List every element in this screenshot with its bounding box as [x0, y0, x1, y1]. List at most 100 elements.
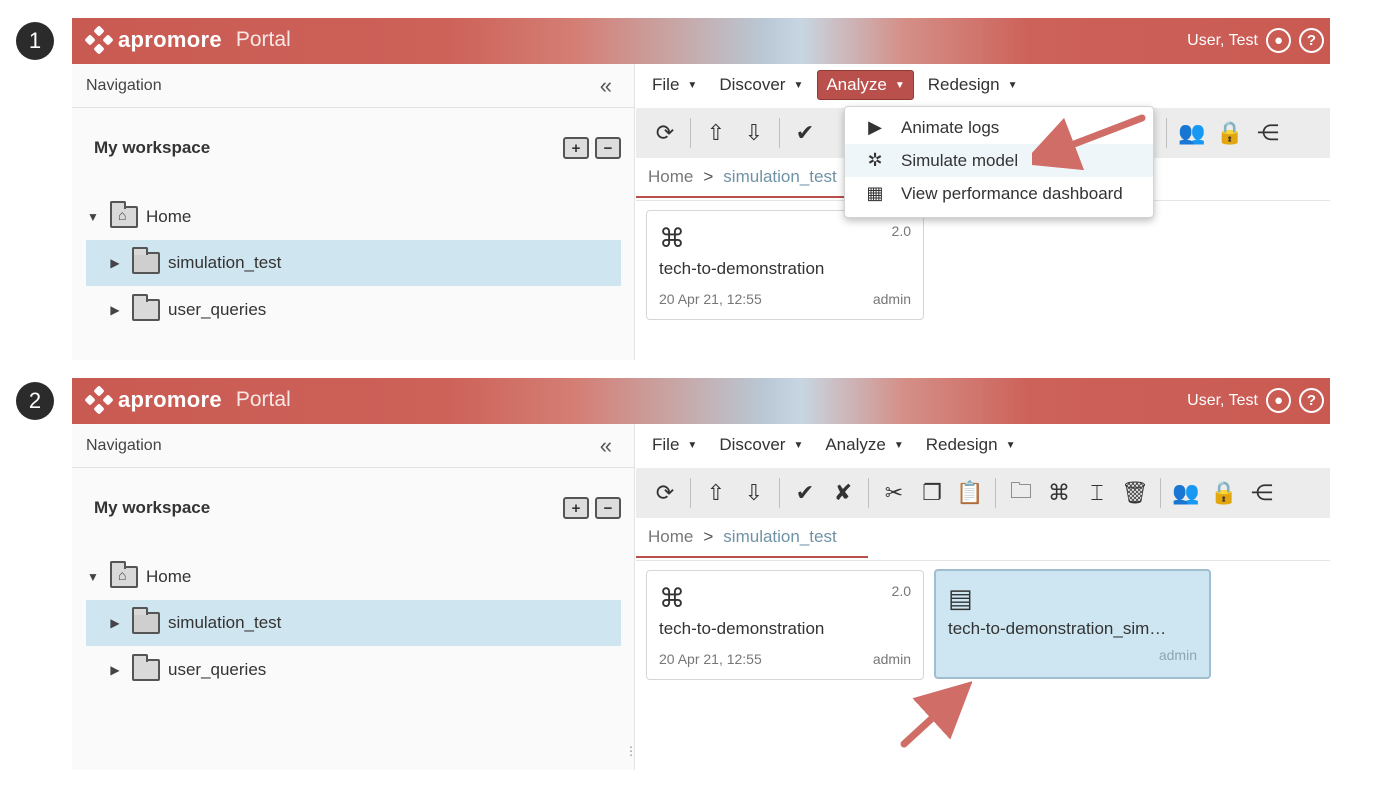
chevron-down-icon: ▼: [793, 79, 804, 91]
delete-icon[interactable]: 🗑: [1120, 478, 1150, 508]
apromore-logo[interactable]: apromore Portal: [84, 385, 291, 415]
user-lock-icon[interactable]: 🔒: [1209, 478, 1239, 508]
breadcrumb-home[interactable]: Home: [648, 167, 693, 187]
simulation-card[interactable]: ▤ tech-to-demonstration_sim… admin: [934, 569, 1211, 679]
breadcrumb-current[interactable]: simulation_test: [723, 167, 836, 187]
dashboard-icon: ▦: [866, 183, 884, 203]
tree-label: Home: [146, 207, 192, 226]
folder-icon: [132, 294, 160, 321]
tree-label: user_queries: [168, 300, 267, 319]
logo-text: apromore: [118, 27, 222, 52]
remove-folder-icon[interactable]: −: [595, 497, 621, 519]
analyze-dropdown: ▶ Animate logs ✲ Simulate model ▦ View p…: [844, 106, 1154, 218]
menu-discover[interactable]: Discover ▼: [711, 431, 811, 459]
toolbar-divider: [779, 118, 780, 148]
card-date: 20 Apr 21, 12:55: [659, 651, 762, 667]
menu-redesign[interactable]: Redesign ▼: [918, 431, 1024, 459]
apromore-logo[interactable]: apromore Portal: [84, 25, 291, 55]
copy-icon[interactable]: ❐: [917, 478, 947, 508]
add-folder-icon[interactable]: +: [563, 137, 589, 159]
share-icon[interactable]: ⋲: [1253, 118, 1283, 148]
breadcrumb-home[interactable]: Home: [648, 527, 693, 547]
menu-bar: File ▼ Discover ▼ Analyze ▼ Redesign ▼: [636, 64, 1330, 106]
user-circle-icon[interactable]: ●: [1266, 388, 1291, 413]
users-icon[interactable]: 👥: [1171, 478, 1201, 508]
step-badge-2: 2: [16, 382, 54, 420]
caret-down-icon[interactable]: ▼: [86, 570, 100, 584]
menu-label: Analyze: [826, 75, 887, 94]
main-area: File ▼ Discover ▼ Analyze ▼ Redesign ▼ ⟳ ⇧ ⇩…: [636, 424, 1330, 770]
paste-icon[interactable]: 📋: [955, 478, 985, 508]
user-circle-icon[interactable]: ●: [1266, 28, 1291, 53]
edit-icon[interactable]: ⌶: [1082, 478, 1112, 508]
menu-label: Redesign: [927, 75, 1000, 94]
menu-file[interactable]: File ▼: [644, 71, 705, 99]
upload-icon[interactable]: ⇧: [701, 118, 731, 148]
collapse-nav-icon[interactable]: «: [600, 73, 612, 99]
remove-folder-icon[interactable]: −: [595, 137, 621, 159]
share-icon[interactable]: ⋲: [1247, 478, 1277, 508]
download-icon[interactable]: ⇩: [739, 118, 769, 148]
menu-redesign[interactable]: Redesign ▼: [920, 71, 1026, 99]
user-name[interactable]: User, Test: [1187, 32, 1258, 50]
chevron-down-icon: ▼: [1007, 79, 1018, 91]
home-folder-icon: [110, 201, 138, 228]
check-icon[interactable]: ✔: [790, 478, 820, 508]
tutorial-figure: 1 2 apromore Portal User, Test ● ? Navig…: [0, 0, 1400, 787]
card-name: tech-to-demonstration: [659, 619, 825, 638]
breadcrumb-separator: >: [703, 167, 714, 186]
menu-label: File: [652, 75, 680, 94]
menu-item-label: View performance dashboard: [901, 183, 1123, 203]
download-icon[interactable]: ⇩: [739, 478, 769, 508]
upload-icon[interactable]: ⇧: [701, 478, 731, 508]
open-folder-icon: [132, 607, 160, 634]
menu-item-animate-logs[interactable]: ▶ Animate logs: [845, 111, 1153, 144]
user-lock-icon[interactable]: 🔒: [1215, 118, 1245, 148]
card-owner: admin: [872, 651, 911, 667]
uncheck-icon[interactable]: ✘: [828, 478, 858, 508]
caret-down-icon[interactable]: ▼: [86, 210, 100, 224]
step-badge-1: 1: [16, 22, 54, 60]
simulate-icon: ✲: [867, 150, 883, 170]
caret-right-icon[interactable]: ▶: [108, 303, 122, 317]
tree-item-user-queries[interactable]: ▶ user_queries: [86, 287, 621, 333]
menu-label: Redesign: [925, 435, 998, 454]
toolbar-divider: [690, 118, 691, 148]
cut-icon[interactable]: ✂: [879, 478, 909, 508]
model-card[interactable]: 2.0 ⌘ tech-to-demonstration 20 Apr 21, 1…: [646, 210, 924, 320]
tree-item-user-queries[interactable]: ▶ user_queries: [86, 647, 621, 693]
caret-right-icon[interactable]: ▶: [108, 256, 122, 270]
menu-bar: File ▼ Discover ▼ Analyze ▼ Redesign ▼: [636, 424, 1330, 466]
refresh-icon[interactable]: ⟳: [650, 478, 680, 508]
tree-item-simulation-test[interactable]: ▶ simulation_test: [86, 600, 621, 646]
menu-analyze[interactable]: Analyze ▼: [817, 70, 914, 100]
app-header: apromore Portal User, Test ● ?: [72, 18, 1330, 64]
new-model-icon[interactable]: ⌘: [1044, 478, 1074, 508]
tree-item-home[interactable]: ▼ Home: [86, 554, 621, 600]
user-name[interactable]: User, Test: [1187, 392, 1258, 410]
model-card[interactable]: 2.0 ⌘ tech-to-demonstration 20 Apr 21, 1…: [646, 570, 924, 680]
users-icon[interactable]: 👥: [1177, 118, 1207, 148]
tree-item-home[interactable]: ▼ Home: [86, 194, 621, 240]
menu-label: Discover: [719, 435, 786, 454]
caret-right-icon[interactable]: ▶: [108, 663, 122, 677]
menu-item-simulate-model[interactable]: ✲ Simulate model: [845, 144, 1153, 177]
portal-label: Portal: [235, 28, 291, 51]
help-circle-icon[interactable]: ?: [1299, 388, 1324, 413]
add-folder-icon[interactable]: +: [563, 497, 589, 519]
menu-analyze[interactable]: Analyze ▼: [817, 431, 911, 459]
chevron-down-icon: ▼: [687, 439, 698, 451]
breadcrumb: Home > simulation_test: [636, 518, 868, 558]
menu-item-performance-dashboard[interactable]: ▦ View performance dashboard: [845, 177, 1153, 210]
new-folder-icon[interactable]: 🗀: [1006, 478, 1036, 508]
refresh-icon[interactable]: ⟳: [650, 118, 680, 148]
caret-right-icon[interactable]: ▶: [108, 616, 122, 630]
card-version: 2.0: [891, 583, 911, 599]
help-circle-icon[interactable]: ?: [1299, 28, 1324, 53]
check-icon[interactable]: ✔: [790, 118, 820, 148]
breadcrumb-current[interactable]: simulation_test: [723, 527, 836, 547]
menu-file[interactable]: File ▼: [644, 431, 705, 459]
collapse-nav-icon[interactable]: «: [600, 433, 612, 459]
tree-item-simulation-test[interactable]: ▶ simulation_test: [86, 240, 621, 286]
menu-discover[interactable]: Discover ▼: [711, 71, 811, 99]
